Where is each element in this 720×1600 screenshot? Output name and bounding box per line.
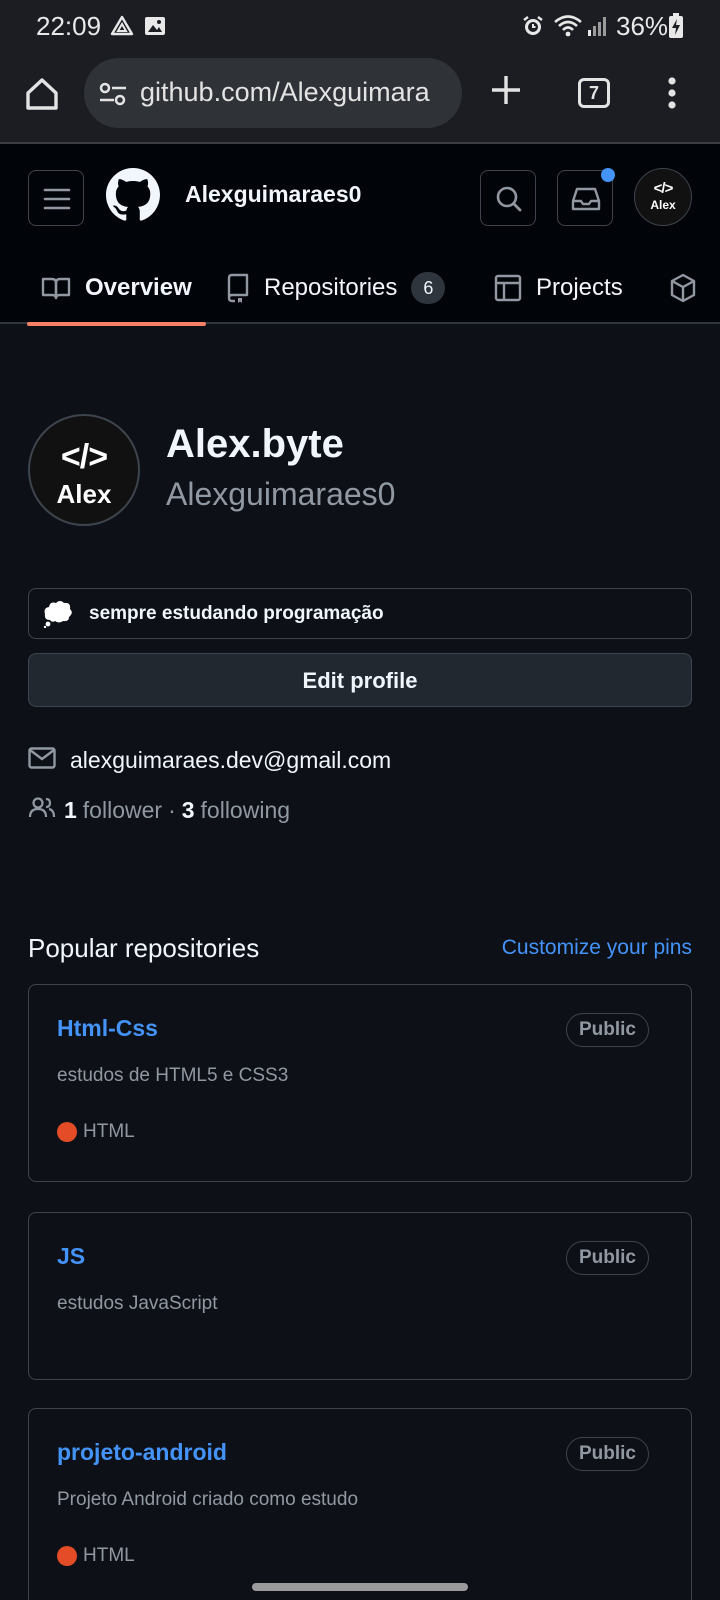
language-name: HTML	[83, 1121, 135, 1142]
visibility-badge: Public	[565, 1013, 649, 1047]
profile-login: Alexguimaraes0	[166, 476, 396, 512]
status-message[interactable]: sempre estudando programação	[28, 588, 692, 639]
notification-indicator	[601, 168, 615, 182]
tab-switcher-button[interactable]: 7	[578, 78, 610, 108]
repo-card[interactable]: JS Public estudos JavaScript	[28, 1212, 692, 1380]
tab-projects[interactable]: Projects	[494, 254, 623, 322]
github-logo-icon[interactable]	[106, 168, 160, 227]
more-options-icon[interactable]	[666, 76, 678, 115]
repo-name-link[interactable]: Html-Css	[57, 1015, 158, 1042]
tab-repositories-label: Repositories	[264, 274, 398, 301]
people-icon	[28, 796, 56, 824]
avatar-code-text: </>	[653, 180, 674, 197]
language-color-dot	[57, 1546, 77, 1566]
mail-icon	[28, 746, 56, 774]
signal-icon	[586, 14, 610, 43]
book-icon	[41, 275, 71, 301]
following-label[interactable]: following	[201, 797, 291, 824]
drive-icon	[110, 14, 134, 43]
separator-dot: ·	[168, 796, 176, 823]
profile-tabs: Overview Repositories 6 Projects	[0, 254, 720, 326]
repo-name-link[interactable]: projeto-android	[57, 1439, 227, 1466]
address-bar[interactable]: github.com/Alexguimara	[84, 58, 462, 128]
repo-language: HTML	[57, 1545, 135, 1567]
status-bar: 22:09 36%	[0, 0, 720, 52]
repo-description: estudos JavaScript	[57, 1293, 218, 1314]
edit-profile-button[interactable]: Edit profile	[28, 653, 692, 707]
search-button[interactable]	[480, 170, 536, 226]
battery-charging-icon	[668, 13, 684, 44]
language-name: HTML	[83, 1545, 135, 1566]
header-username[interactable]: Alexguimaraes0	[185, 181, 361, 208]
site-settings-icon[interactable]	[98, 80, 128, 113]
profile-avatar[interactable]: </> Alex	[28, 414, 140, 526]
hamburger-menu-button[interactable]	[28, 170, 84, 226]
avatar-name-text: Alex	[650, 198, 676, 212]
repo-language: HTML	[57, 1121, 135, 1143]
browser-toolbar: github.com/Alexguimara 7	[0, 52, 720, 144]
followers-label[interactable]: follower	[83, 797, 162, 824]
profile-avatar-name: Alex	[56, 479, 112, 509]
repo-card[interactable]: projeto-android Public Projeto Android c…	[28, 1408, 692, 1600]
repo-description: Projeto Android criado como estudo	[57, 1489, 359, 1510]
status-time: 22:09	[36, 11, 102, 41]
tab-repositories[interactable]: Repositories 6	[226, 254, 446, 322]
tab-overview[interactable]: Overview	[27, 254, 206, 326]
repo-card[interactable]: Html-Css Public estudos de HTML5 e CSS3 …	[28, 984, 692, 1182]
header-avatar[interactable]: </> Alex	[634, 168, 692, 226]
battery-percent: 36%	[616, 11, 669, 41]
profile-avatar-code: </>	[60, 438, 108, 476]
thought-balloon-icon	[43, 600, 73, 633]
visibility-badge: Public	[565, 1241, 649, 1275]
gallery-icon	[143, 14, 167, 43]
follow-stats: 1 follower · 3 following	[28, 794, 290, 826]
repo-icon	[226, 273, 250, 303]
tab-packages[interactable]	[670, 254, 710, 322]
popular-repositories-title: Popular repositories	[28, 933, 260, 963]
hamburger-icon	[43, 188, 71, 210]
url-text[interactable]: github.com/Alexguimara	[140, 77, 456, 108]
email-row: alexguimaraes.dev@gmail.com	[28, 744, 391, 776]
home-icon[interactable]	[22, 74, 62, 114]
tab-projects-label: Projects	[536, 274, 623, 301]
followers-count[interactable]: 1	[64, 797, 77, 824]
wifi-icon	[553, 14, 583, 43]
visibility-badge: Public	[565, 1437, 649, 1471]
customize-pins-link[interactable]: Customize your pins	[502, 936, 692, 960]
table-icon	[494, 274, 522, 302]
repo-name-link[interactable]: JS	[57, 1243, 85, 1270]
profile-display-name: Alex.byte	[166, 422, 344, 466]
repositories-count: 6	[411, 272, 446, 304]
new-tab-icon[interactable]	[488, 72, 524, 113]
following-count[interactable]: 3	[182, 797, 195, 824]
package-icon	[670, 273, 696, 303]
status-text: sempre estudando programação	[89, 603, 384, 624]
gesture-navigation-bar[interactable]	[252, 1583, 468, 1591]
search-icon	[496, 186, 522, 212]
tab-overview-label: Overview	[85, 274, 192, 301]
repo-description: estudos de HTML5 e CSS3	[57, 1065, 289, 1086]
alarm-icon	[521, 14, 545, 43]
email-link[interactable]: alexguimaraes.dev@gmail.com	[70, 747, 391, 774]
language-color-dot	[57, 1122, 77, 1142]
